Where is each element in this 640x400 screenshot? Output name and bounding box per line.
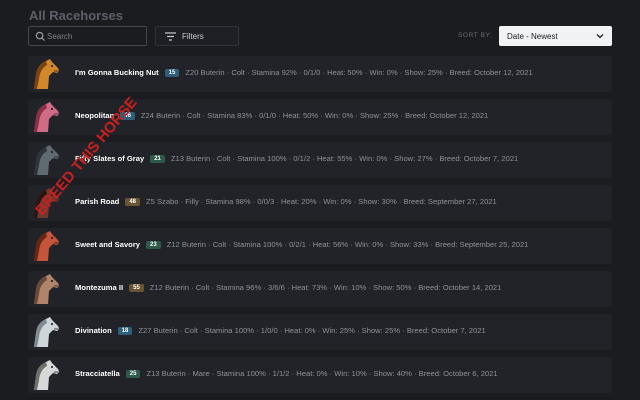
horse-number-badge: 18 [117,327,133,335]
horse-row[interactable]: Sweet and Savory 23 Z12 Buterin · Colt · S… [28,228,612,264]
filters-label: Filters [182,31,204,41]
horse-number-badge: 25 [125,370,141,378]
horse-list: I'm Gonna Bucking Nut 15 Z20 Buterin · Col… [28,56,612,400]
horse-name-text: Parish Road [75,197,120,206]
horse-name-text: Neopolitan [75,111,115,120]
horse-details: Z12 Buterin · Colt · Stamina 96% · 3/6/6… [149,283,502,292]
filters-button[interactable]: Filters [155,26,239,46]
search-box[interactable] [28,26,147,46]
horse-avatar-icon [34,231,59,261]
chevron-down-icon [596,34,604,39]
horse-name[interactable]: Stracciatella 25 Z13 Buterin · Mare · Stam… [75,369,498,378]
horse-number-badge: 46 [120,112,135,120]
horse-name[interactable]: Divination 18 Z27 Buterin · Colt · Stamina… [75,326,486,335]
horse-name[interactable]: Montezuma II 55 Z12 Buterin · Colt · Stami… [75,283,501,292]
horse-avatar-icon [34,360,59,390]
horse-name[interactable]: Sweet and Savory 23 Z12 Buterin · Colt · S… [75,240,528,249]
search-input[interactable] [47,29,143,44]
horse-row[interactable]: Stracciatella 25 Z13 Buterin · Mare · Stam… [28,357,612,393]
horse-row[interactable]: Fifty Slates of Gray 21 Z13 Buterin · Colt… [28,142,612,178]
horse-details: Z24 Buterin · Colt · Stamina 83% · 0/1/0… [140,111,489,120]
horse-name[interactable]: I'm Gonna Bucking Nut 15 Z20 Buterin · Col… [75,68,533,77]
horse-name-text: Divination [75,326,112,335]
horse-avatar-icon [34,145,59,175]
horse-row[interactable]: Montezuma II 55 Z12 Buterin · Colt · Stami… [28,271,612,307]
horse-name-text: Montezuma II [75,283,124,292]
horse-name-text: Sweet and Savory [75,240,140,249]
horse-name[interactable]: Neopolitan 46 Z24 Buterin · Colt · Stamina… [75,111,488,120]
horse-number-badge: 21 [150,155,165,163]
horse-number-badge: 15 [164,69,180,77]
horse-number-badge: 48 [125,198,140,206]
page-title: All Racehorses [29,8,123,23]
toolbar: Filters SORT BY: Date - Newest [28,26,612,46]
horse-details: Z12 Buterin · Colt · Stamina 100% · 0/2/… [166,240,529,249]
horse-details: Z13 Buterin · Mare · Stamina 100% · 1/1/… [146,369,498,378]
filter-icon [165,31,176,41]
sort-selected-value: Date - Newest [507,31,558,41]
horse-avatar-icon [34,188,59,218]
horse-details: Z13 Buterin · Colt · Stamina 100% · 0/1/… [170,154,519,163]
search-icon [35,31,46,42]
horse-row[interactable]: Neopolitan 46 Z24 Buterin · Colt · Stamina… [28,99,612,135]
horse-details: Z27 Buterin · Colt · Stamina 100% · 1/0/… [138,326,486,335]
horse-name-text: I'm Gonna Bucking Nut [75,68,159,77]
horse-details: Z20 Buterin · Colt · Stamina 92% · 0/1/0… [185,68,533,77]
horse-row[interactable]: I'm Gonna Bucking Nut 15 Z20 Buterin · Col… [28,56,612,92]
horse-avatar-icon [34,59,59,89]
horse-number-badge: 55 [129,284,144,292]
horse-name-text: Stracciatella [75,369,120,378]
horse-row[interactable]: Divination 18 Z27 Buterin · Colt · Stamina… [28,314,612,350]
horse-details: Z5 Szabo · Filly · Stamina 98% · 0/0/3 ·… [146,197,497,206]
sort-by-label: SORT BY: [458,32,493,39]
horse-avatar-icon [34,102,59,132]
horse-number-badge: 23 [146,241,161,249]
sort-select[interactable]: Date - Newest [499,26,612,46]
horse-name-text: Fifty Slates of Gray [75,154,145,163]
horse-name[interactable]: Fifty Slates of Gray 21 Z13 Buterin · Colt… [75,154,518,163]
horse-avatar-icon [34,274,59,304]
horse-name[interactable]: Parish Road 48 Z5 Szabo · Filly · Stamina … [75,197,497,206]
horse-row[interactable]: Parish Road 48 Z5 Szabo · Filly · Stamina … [28,185,612,221]
horse-avatar-icon [34,317,59,347]
